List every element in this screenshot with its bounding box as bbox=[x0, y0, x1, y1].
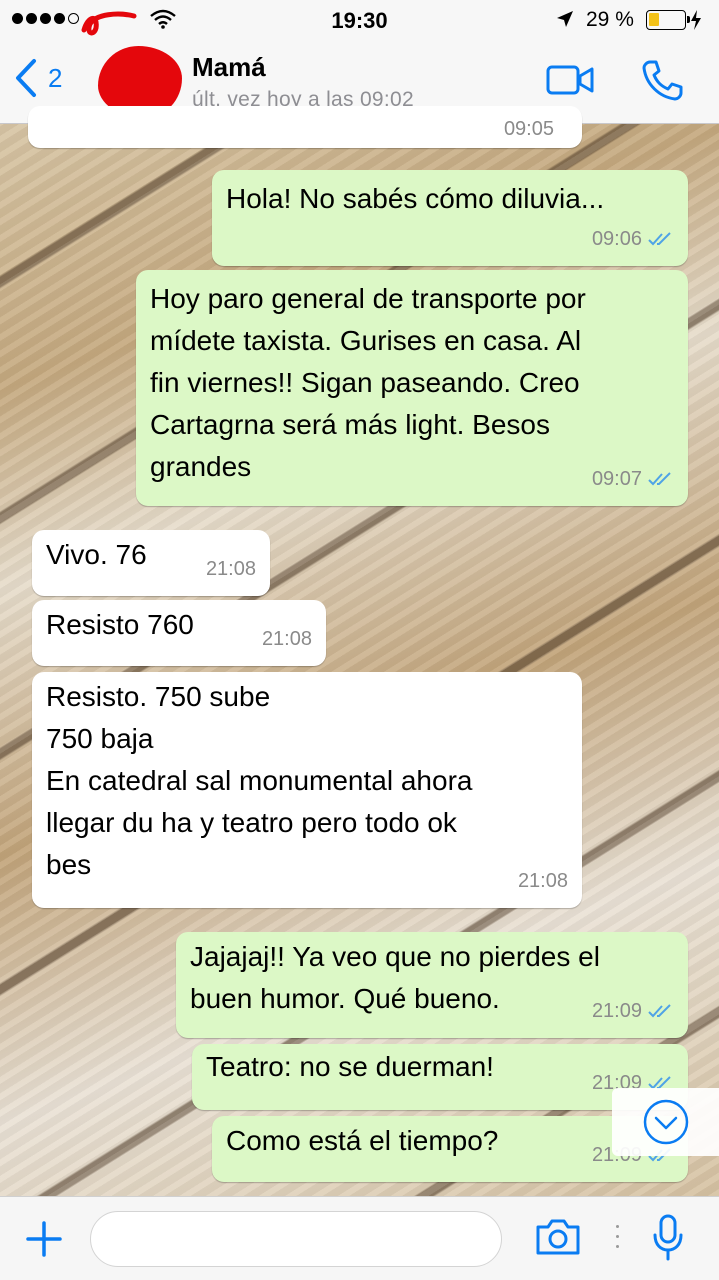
message-text: Resisto. 750 sube 750 baja En catedral s… bbox=[46, 681, 473, 880]
location-arrow-icon bbox=[557, 11, 573, 27]
message-input[interactable] bbox=[90, 1211, 502, 1267]
scroll-to-bottom-button[interactable] bbox=[612, 1088, 719, 1156]
double-check-read-icon bbox=[648, 472, 671, 486]
message-bubble-outgoing[interactable]: Hoy paro general de transporte por mídet… bbox=[136, 270, 688, 506]
charging-bolt-icon bbox=[691, 10, 701, 30]
message-meta: 21:09 bbox=[592, 990, 674, 1032]
message-time: 21:08 bbox=[261, 628, 312, 650]
chevron-left-icon bbox=[16, 59, 36, 97]
message-meta: 09:07 bbox=[592, 458, 674, 500]
message-meta: 21:08 bbox=[518, 860, 568, 902]
message-meta: 09:05 bbox=[504, 108, 554, 150]
plus-icon[interactable] bbox=[24, 1219, 64, 1259]
message-bubble-incoming[interactable]: Resisto. 750 sube 750 baja En catedral s… bbox=[32, 672, 582, 908]
message-input-bar bbox=[0, 1196, 719, 1280]
message-bubble-incoming[interactable]: Vivo. 76 21:08 bbox=[32, 530, 270, 596]
chevron-down-circle-icon bbox=[643, 1099, 688, 1145]
status-bar: 19:30 29 % bbox=[0, 0, 719, 40]
message-text: Hoy paro general de transporte por mídet… bbox=[150, 283, 586, 482]
battery-icon bbox=[646, 10, 690, 30]
message-time: 09:05 bbox=[503, 118, 554, 140]
double-check-read-icon bbox=[648, 232, 671, 246]
video-camera-icon[interactable] bbox=[546, 65, 594, 95]
message-time: 21:09 bbox=[591, 1000, 642, 1022]
microphone-icon[interactable] bbox=[652, 1213, 684, 1263]
message-bubble-incoming[interactable]: 09:05 bbox=[28, 106, 582, 148]
double-check-read-icon bbox=[648, 1004, 671, 1018]
phone-icon[interactable] bbox=[640, 58, 684, 102]
message-text: Hola! No sabés cómo diluvia... bbox=[226, 183, 605, 214]
battery-percent: 29 % bbox=[586, 8, 634, 31]
contact-name[interactable]: Mamá bbox=[192, 52, 266, 83]
message-meta: 21:08 bbox=[206, 548, 256, 590]
message-bubble-incoming[interactable]: Resisto 760 21:08 bbox=[32, 600, 326, 666]
message-bubble-outgoing[interactable]: Hola! No sabés cómo diluvia... 09:06 bbox=[212, 170, 688, 266]
back-button[interactable]: 2 bbox=[14, 58, 62, 98]
message-time: 09:06 bbox=[591, 228, 642, 250]
battery-fill bbox=[649, 13, 659, 26]
message-time: 21:08 bbox=[517, 870, 568, 892]
more-dots-icon[interactable] bbox=[616, 1225, 619, 1248]
message-time: 09:07 bbox=[591, 468, 642, 490]
unread-count: 2 bbox=[48, 62, 63, 93]
message-time: 21:08 bbox=[205, 558, 256, 580]
message-meta: 09:06 bbox=[592, 218, 674, 260]
message-bubble-outgoing[interactable]: Jajajaj!! Ya veo que no pierdes el buen … bbox=[176, 932, 688, 1038]
camera-icon[interactable] bbox=[534, 1217, 582, 1257]
message-meta: 21:08 bbox=[262, 618, 312, 660]
